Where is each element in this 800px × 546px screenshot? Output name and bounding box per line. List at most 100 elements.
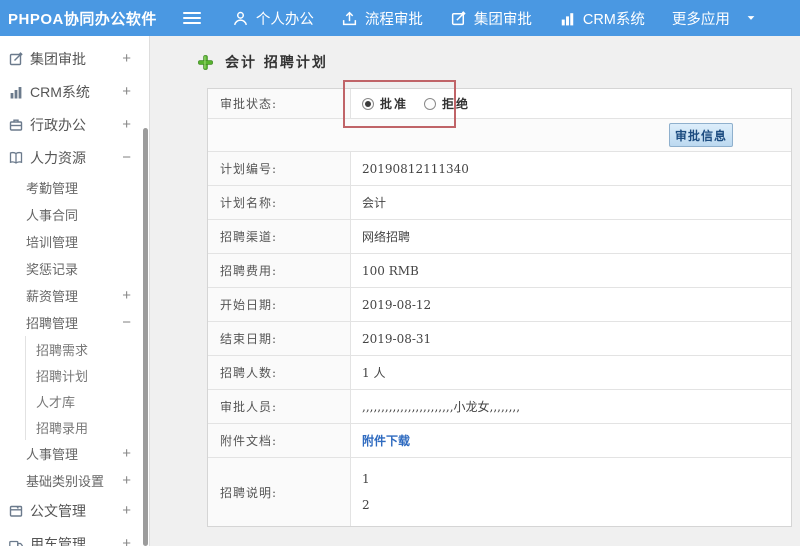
expand-icon[interactable]: + <box>122 445 131 462</box>
chart-icon <box>8 84 24 100</box>
person-icon <box>232 10 249 27</box>
sidebar-item-label: 招聘录用 <box>36 420 89 436</box>
field-label: 招聘渠道: <box>208 220 351 253</box>
field-label: 招聘说明: <box>208 458 351 526</box>
radio-approve[interactable] <box>362 97 374 110</box>
sidebar-item-5[interactable]: 人事合同 <box>0 201 149 228</box>
sidebar-item-1[interactable]: CRM系统 + <box>0 75 149 108</box>
attachment-download-link[interactable]: 附件下载 <box>362 432 410 449</box>
approval-status-row: 审批状态: 批准 拒绝 <box>208 89 791 119</box>
expand-icon[interactable]: + <box>122 83 131 100</box>
sidebar-item-label: 用车管理 <box>30 535 86 546</box>
detail-row: 招聘费用: 100 RMB <box>208 254 791 288</box>
sidebar-item-label: 人力资源 <box>30 149 86 166</box>
radio-reject[interactable] <box>424 97 437 110</box>
field-label: 附件文档: <box>208 424 351 457</box>
field-value: 1 人 <box>362 366 386 380</box>
nav-group-approval[interactable]: 集团审批 <box>450 8 532 29</box>
sidebar-item-label: 人才库 <box>36 394 76 410</box>
field-label: 计划名称: <box>208 186 351 219</box>
collapse-icon[interactable]: − <box>122 149 131 166</box>
radio-reject-label: 拒绝 <box>442 97 471 111</box>
sidebar-item-label: 招聘计划 <box>36 368 89 384</box>
app-title: PHPOA协同办公软件 <box>8 10 157 28</box>
nav-label: 更多应用 <box>671 11 730 28</box>
nav-crm-system[interactable]: CRM系统 <box>559 8 645 29</box>
approval-info-button[interactable]: 审批信息 <box>669 123 733 147</box>
detail-row: 附件文档: 附件下载 <box>208 424 791 458</box>
field-label: 结束日期: <box>208 322 351 355</box>
sidebar-item-2[interactable]: 行政办公 + <box>0 108 149 141</box>
sidebar-item-label: 人事合同 <box>26 208 79 223</box>
nav-workflow-approval[interactable]: 流程审批 <box>341 8 423 29</box>
sidebar-item-9[interactable]: 招聘管理 − <box>0 309 149 336</box>
sidebar-item-0[interactable]: 集团审批 + <box>0 42 149 75</box>
field-label: 审批人员: <box>208 390 351 423</box>
field-value: 2019-08-12 <box>362 297 432 312</box>
sidebar-item-12[interactable]: 人才库 <box>25 388 149 414</box>
field-value: 网络招聘 <box>362 230 411 244</box>
detail-row: 审批人员: ,,,,,,,,,,,,,,,,,,,,,,,,小龙女,,,,,,,, <box>208 390 791 424</box>
field-label: 招聘人数: <box>208 356 351 389</box>
sidebar-item-8[interactable]: 薪资管理 + <box>0 282 149 309</box>
nav-label: 个人办公 <box>255 11 314 28</box>
expand-icon[interactable]: + <box>122 50 131 67</box>
sidebar-item-14[interactable]: 人事管理 + <box>0 440 149 467</box>
detail-row: 开始日期: 2019-08-12 <box>208 288 791 322</box>
sidebar-item-16[interactable]: 公文管理 + <box>0 494 149 527</box>
expand-icon[interactable]: + <box>122 535 131 546</box>
approval-toolbar-row: 审批信息 <box>208 119 791 152</box>
detail-row: 计划名称: 会计 <box>208 186 791 220</box>
sidebar-item-label: 培训管理 <box>26 235 79 250</box>
book-icon <box>8 150 24 166</box>
sidebar-item-label: 基础类别设置 <box>26 474 105 489</box>
radio-approve-label: 批准 <box>380 97 409 111</box>
nav-label: 集团审批 <box>473 11 532 28</box>
sidebar-item-label: 招聘需求 <box>36 342 89 358</box>
sidebar-item-17[interactable]: 用车管理 + <box>0 527 149 546</box>
nav-personal-office[interactable]: 个人办公 <box>232 8 314 29</box>
sidebar-menu: 集团审批 + CRM系统 + 行政办公 + 人力资源 − 考勤管理 人事合同 培训管理 奖惩记录 薪资管… <box>0 36 150 546</box>
sidebar-item-11[interactable]: 招聘计划 <box>25 362 149 388</box>
sidebar-item-13[interactable]: 招聘录用 <box>25 414 149 440</box>
sidebar-scrollbar[interactable] <box>143 128 148 546</box>
chart-icon <box>559 10 576 27</box>
expand-icon[interactable]: + <box>122 287 131 304</box>
field-value: 1 2 <box>362 472 370 512</box>
sidebar-item-label: 薪资管理 <box>26 289 79 304</box>
nav-label: CRM系统 <box>582 11 645 28</box>
flow-icon <box>341 10 358 27</box>
expand-icon[interactable]: + <box>122 502 131 519</box>
sidebar-item-7[interactable]: 奖惩记录 <box>0 255 149 282</box>
field-label: 招聘费用: <box>208 254 351 287</box>
field-value: ,,,,,,,,,,,,,,,,,,,,,,,,小龙女,,,,,,,, <box>362 400 521 414</box>
expand-icon[interactable]: + <box>122 472 131 489</box>
plus-icon <box>198 54 213 70</box>
car-icon <box>8 536 24 546</box>
nav-more-apps[interactable]: 更多应用 <box>672 8 757 29</box>
field-value: 20190812111340 <box>362 161 469 176</box>
sidebar-item-4[interactable]: 考勤管理 <box>0 174 149 201</box>
detail-rows: 计划编号: 20190812111340 计划名称: 会计 招聘渠道: 网络招聘 招聘费用:… <box>208 152 791 526</box>
field-label: 开始日期: <box>208 288 351 321</box>
sidebar-item-label: 招聘管理 <box>26 316 79 331</box>
detail-row: 招聘说明: 1 2 <box>208 458 791 526</box>
menu-toggle-button[interactable] <box>182 9 205 27</box>
sidebar-item-10[interactable]: 招聘需求 <box>25 336 149 362</box>
field-label: 计划编号: <box>208 152 351 185</box>
sidebar-item-label: CRM系统 <box>30 83 90 100</box>
field-value: 附件下载 <box>351 424 791 457</box>
sidebar-item-list: 集团审批 + CRM系统 + 行政办公 + 人力资源 − 考勤管理 人事合同 培训管理 奖惩记录 薪资管… <box>0 42 149 546</box>
sidebar-item-label: 行政办公 <box>30 116 86 133</box>
detail-row: 招聘人数: 1 人 <box>208 356 791 390</box>
field-value: 100 RMB <box>362 263 419 278</box>
collapse-icon[interactable]: − <box>122 314 131 331</box>
field-label: 审批状态: <box>208 89 351 118</box>
field-value: 会计 <box>362 196 387 210</box>
edit-icon <box>8 51 24 67</box>
sidebar-item-15[interactable]: 基础类别设置 + <box>0 467 149 494</box>
briefcase-icon <box>8 117 24 133</box>
sidebar-item-3[interactable]: 人力资源 − <box>0 141 149 174</box>
sidebar-item-6[interactable]: 培训管理 <box>0 228 149 255</box>
expand-icon[interactable]: + <box>122 116 131 133</box>
